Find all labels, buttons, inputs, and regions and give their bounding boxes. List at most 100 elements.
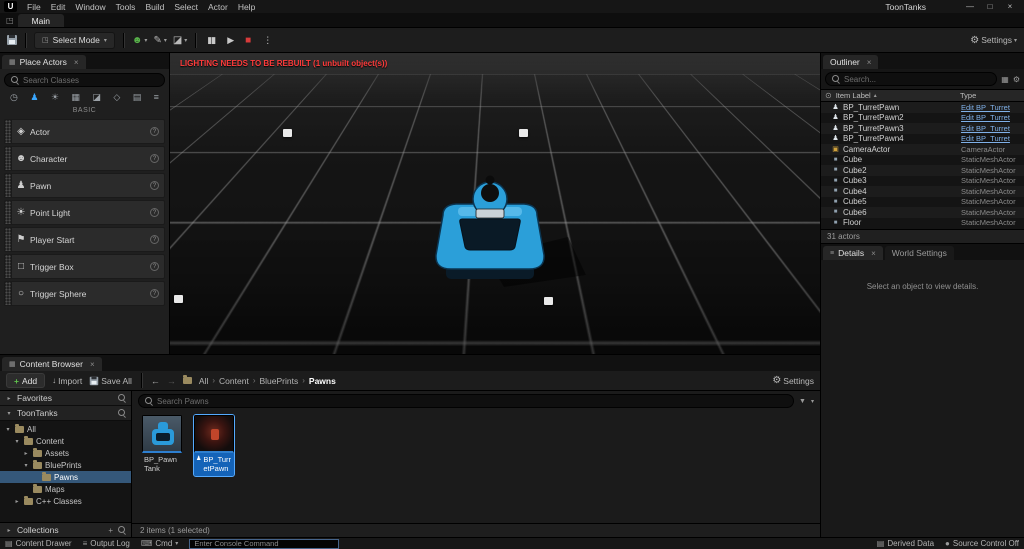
menu-actor[interactable]: Actor [203,0,233,13]
menu-select[interactable]: Select [169,0,203,13]
favorites-section[interactable]: ▸ Favorites [0,391,131,406]
content-browser-settings-button[interactable]: ⚙ Settings [772,375,814,386]
visibility-eye-icon[interactable]: ⊙ [825,91,832,100]
tree-item-all[interactable]: ▾ All [0,423,131,435]
menu-tools[interactable]: Tools [111,0,141,13]
save-button[interactable] [7,35,17,45]
select-mode-dropdown[interactable]: ◳ Select Mode ▾ [34,32,115,49]
menu-edit[interactable]: Edit [46,0,71,13]
project-section[interactable]: ▾ ToonTanks [0,406,131,421]
menu-file[interactable]: File [22,0,46,13]
search-icon[interactable] [118,409,126,417]
geometry-category-icon[interactable]: ▤ [133,92,142,103]
lights-category-icon[interactable]: ☀ [51,92,59,103]
outliner-row[interactable]: ■ Cube4 StaticMeshActor [821,186,1024,197]
place-actor-item-pawn[interactable]: ♟ Pawn ? [4,173,165,198]
viewport[interactable]: LIGHTING NEEDS TO BE REBUILT (1 unbuilt … [170,53,820,354]
minimize-button[interactable]: — [960,0,980,13]
outliner-search-input[interactable] [844,75,990,84]
basic-category-icon[interactable]: ♟ [30,92,38,103]
menu-window[interactable]: Window [70,0,110,13]
stop-button[interactable]: ■ [242,35,254,46]
add-collection-icon[interactable]: + [108,526,113,535]
world-settings-tab[interactable]: World Settings [885,246,954,260]
all-classes-category-icon[interactable]: ≡ [154,92,159,103]
source-control-button[interactable]: ● Source Control Off [945,539,1019,548]
content-browser-tab[interactable]: ▦ Content Browser × [2,357,102,371]
breadcrumb-content[interactable]: Content [219,376,249,386]
column-item-label[interactable]: Item Label ▲ [836,91,956,100]
cinematics-button[interactable]: ◪ ▾ [173,35,187,46]
search-icon[interactable] [118,394,126,402]
content-drawer-button[interactable]: ▤ Content Drawer [5,539,72,548]
console-command-input[interactable] [189,539,339,549]
maximize-button[interactable]: □ [980,0,1000,13]
recently-placed-icon[interactable]: ◷ [10,92,18,103]
tree-item-blueprints[interactable]: ▾ BluePrints [0,459,131,471]
outliner-row[interactable]: ■ Cube3 StaticMeshActor [821,176,1024,187]
tree-item-maps[interactable]: Maps [0,483,131,495]
cinematic-category-icon[interactable]: ◪ [92,92,101,103]
search-icon[interactable] [118,526,126,534]
breadcrumb-blueprints[interactable]: BluePrints [259,376,298,386]
play-button[interactable]: ▶ [224,35,236,46]
outliner-row[interactable]: ■ Cube5 StaticMeshActor [821,197,1024,208]
search-assets-input[interactable] [157,397,787,406]
place-actor-item-trigger-box[interactable]: □ Trigger Box ? [4,254,165,279]
outliner-tab[interactable]: Outliner × [823,55,878,69]
close-icon[interactable]: × [90,360,95,369]
outliner-row[interactable]: ■ Cube2 StaticMeshActor [821,165,1024,176]
import-button[interactable]: ↓ Import [52,376,82,386]
details-tab[interactable]: ≡ Details × [823,246,883,260]
filter-funnel-icon[interactable]: ▼ [799,398,806,405]
blueprints-button[interactable]: ✎ ▾ [153,35,166,46]
unbuilt-cube-actor[interactable] [544,297,553,305]
outliner-row[interactable]: ▣ CameraActor CameraActor [821,144,1024,155]
place-actor-item-player-start[interactable]: ⚑ Player Start ? [4,227,165,252]
view-options-icon[interactable]: ▾ [811,398,814,405]
place-actor-item-actor[interactable]: ◈ Actor ? [4,119,165,144]
tree-item-content[interactable]: ▾ Content [0,435,131,447]
unbuilt-cube-actor[interactable] [174,295,183,303]
close-icon[interactable]: × [871,249,876,258]
derived-data-button[interactable]: ▤ Derived Data [877,539,934,548]
outliner-row[interactable]: ♟ BP_TurretPawn2 Edit BP_Turret [821,113,1024,124]
place-actors-tab[interactable]: ▦ Place Actors × [2,55,86,69]
outliner-row[interactable]: ♟ BP_TurretPawn3 Edit BP_Turret [821,123,1024,134]
tree-item-pawns[interactable]: Pawns [0,471,131,483]
tank-pawn-actor[interactable] [388,157,588,297]
forward-button[interactable]: → [167,376,176,386]
outliner-row[interactable]: ■ Floor StaticMeshActor [821,218,1024,229]
search-classes-input[interactable] [23,76,158,85]
outliner-filter-icon[interactable]: ▦ [1001,75,1009,84]
tab-main-level[interactable]: Main [18,14,64,27]
playback-options-button[interactable]: ⋮ [260,35,274,46]
place-actor-item-character[interactable]: ☻ Character ? [4,146,165,171]
unbuilt-cube-actor[interactable] [283,129,292,137]
chevron-down-icon[interactable]: ▾ [22,462,30,469]
edit-blueprint-link[interactable]: Edit BP_Turret [961,103,1021,112]
output-log-button[interactable]: ≡ Output Log [83,539,130,548]
asset-tile-bp-pawntank[interactable]: BP_PawnTank [142,415,182,476]
breadcrumb-all[interactable]: All [199,376,208,386]
edit-blueprint-link[interactable]: Edit BP_Turret [961,124,1021,133]
add-button[interactable]: + Add [6,373,45,388]
unbuilt-cube-actor[interactable] [519,129,528,137]
settings-button[interactable]: ⚙ Settings ▾ [970,35,1017,46]
menu-build[interactable]: Build [140,0,169,13]
breadcrumb-pawns[interactable]: Pawns [309,376,336,386]
outliner-row[interactable]: ■ Cube StaticMeshActor [821,155,1024,166]
pause-button[interactable]: ▮▮ [204,35,218,46]
tree-item-assets[interactable]: ▸ Assets [0,447,131,459]
close-icon[interactable]: × [74,58,79,67]
place-actor-item-point-light[interactable]: ☀ Point Light ? [4,200,165,225]
outliner-row[interactable]: ■ Cube6 StaticMeshActor [821,207,1024,218]
chevron-down-icon[interactable]: ▾ [13,438,21,445]
cmd-dropdown[interactable]: ⌨ Cmd ▾ [141,539,178,548]
chevron-right-icon[interactable]: ▸ [13,498,21,505]
outliner-row[interactable]: ♟ BP_TurretPawn Edit BP_Turret [821,102,1024,113]
place-actor-item-trigger-sphere[interactable]: ○ Trigger Sphere ? [4,281,165,306]
outliner-row[interactable]: ♟ BP_TurretPawn4 Edit BP_Turret [821,134,1024,145]
menu-help[interactable]: Help [233,0,260,13]
save-all-button[interactable]: Save All [89,376,132,386]
